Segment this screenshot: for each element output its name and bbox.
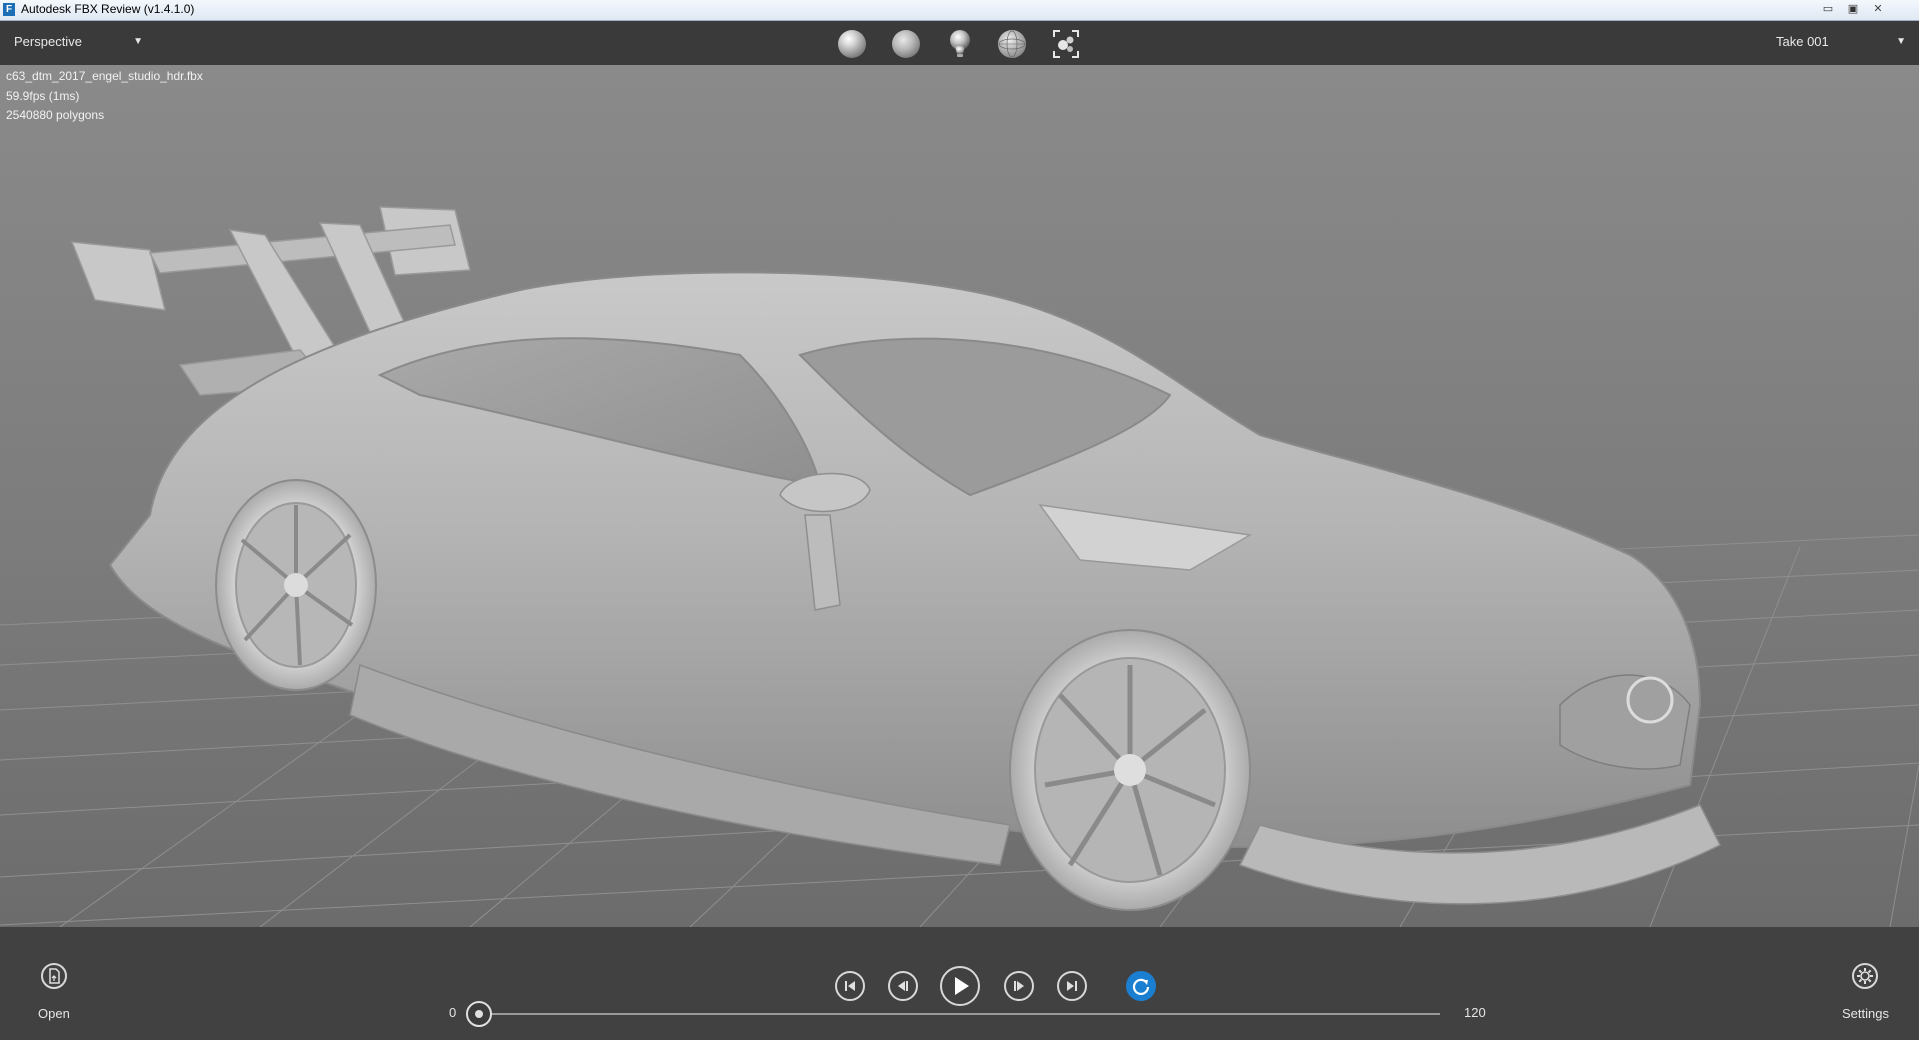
view-mode-value: Perspective bbox=[14, 34, 82, 49]
previous-frame-button[interactable] bbox=[888, 971, 918, 1001]
next-frame-button[interactable] bbox=[1004, 971, 1034, 1001]
open-label: Open bbox=[38, 1006, 70, 1021]
frame-selection-icon[interactable] bbox=[1052, 29, 1080, 59]
step-forward-icon bbox=[1014, 981, 1024, 991]
go-to-end-button[interactable] bbox=[1057, 971, 1087, 1001]
skip-to-end-icon bbox=[1067, 981, 1077, 991]
app-logo-icon: F bbox=[3, 3, 15, 16]
front-wheel bbox=[1009, 629, 1251, 911]
step-back-icon bbox=[898, 981, 908, 991]
timeline-start-label: 0 bbox=[449, 1005, 457, 1020]
model-render bbox=[0, 206, 1919, 927]
close-button[interactable]: ✕ bbox=[1867, 1, 1889, 17]
matte-sphere-icon[interactable] bbox=[892, 30, 920, 58]
play-icon bbox=[955, 977, 969, 995]
window-title: Autodesk FBX Review (v1.4.1.0) bbox=[21, 2, 195, 16]
skip-to-start-icon bbox=[845, 981, 855, 991]
open-button[interactable] bbox=[41, 963, 67, 989]
take-dropdown[interactable]: Take 001 ▼ bbox=[1770, 32, 1910, 52]
take-value: Take 001 bbox=[1776, 34, 1829, 49]
chevron-down-icon: ▼ bbox=[133, 36, 143, 47]
window-titlebar: F Autodesk FBX Review (v1.4.1.0) ▭ ▣ ✕ bbox=[0, 0, 1919, 21]
timeline-track[interactable] bbox=[478, 1013, 1440, 1015]
loop-icon bbox=[1132, 978, 1150, 995]
open-file-icon bbox=[49, 968, 60, 984]
timeline-end-label: 120 bbox=[1464, 1005, 1486, 1020]
minimize-button[interactable]: ▭ bbox=[1817, 1, 1839, 17]
playback-bar: Open 0 120 Settings bbox=[0, 927, 1919, 1040]
shaded-sphere-icon[interactable] bbox=[838, 30, 866, 58]
go-to-start-button[interactable] bbox=[835, 971, 865, 1001]
polygon-count-label: 2540880 polygons bbox=[6, 108, 105, 122]
wireframe-sphere-icon[interactable] bbox=[998, 30, 1026, 58]
scene-stats: c63_dtm_2017_engel_studio_hdr.fbx 59.9fp… bbox=[6, 67, 203, 126]
fps-label: 59.9fps (1ms) bbox=[6, 88, 80, 103]
gear-icon bbox=[1857, 968, 1873, 984]
maximize-button[interactable]: ▣ bbox=[1842, 1, 1864, 17]
settings-button[interactable] bbox=[1852, 963, 1878, 989]
3d-viewport[interactable]: c63_dtm_2017_engel_studio_hdr.fbx 59.9fp… bbox=[0, 65, 1919, 927]
chevron-down-icon: ▼ bbox=[1896, 36, 1906, 47]
top-toolbar: Perspective ▼ Take 001 ▼ bbox=[0, 21, 1919, 65]
file-name-label: c63_dtm_2017_engel_studio_hdr.fbx bbox=[6, 69, 203, 83]
rear-wheel bbox=[215, 479, 377, 691]
loop-toggle-button[interactable] bbox=[1126, 971, 1156, 1001]
view-mode-dropdown[interactable]: Perspective ▼ bbox=[8, 32, 147, 52]
settings-label: Settings bbox=[1842, 1006, 1889, 1021]
play-button[interactable] bbox=[940, 966, 980, 1006]
light-bulb-icon[interactable] bbox=[947, 29, 973, 59]
timeline-scrubber[interactable] bbox=[466, 1001, 492, 1027]
